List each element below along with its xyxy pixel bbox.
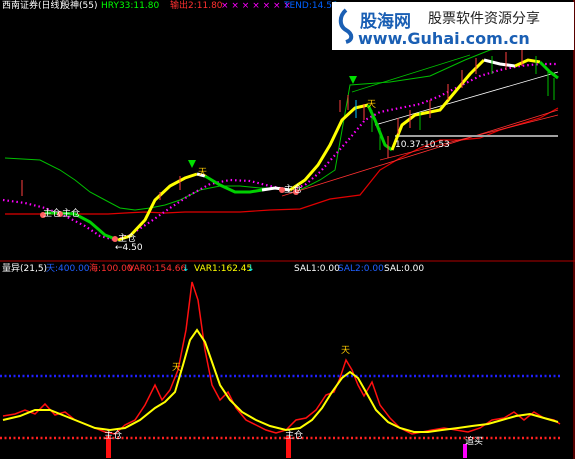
osc-chase-label: 追买: [465, 437, 484, 447]
hry-value: HRY33:11.80: [101, 1, 160, 11]
sell-value: 输出2:11.80: [170, 1, 223, 11]
var0-arrow-icon: ↓: [182, 264, 190, 274]
var1-arrow-icon: ↓: [247, 264, 255, 274]
volume-indicator-title: 量异(21,5): [2, 264, 48, 274]
chart-canvas[interactable]: [0, 0, 575, 459]
indicator-name: 股神(55): [61, 1, 98, 11]
yellow-oscillator: [2, 328, 559, 433]
buy-arrows: [188, 76, 357, 168]
star-marks: × × × × × × ×: [221, 1, 291, 11]
sea-value: 海:100.00: [89, 264, 133, 274]
chart-title: 西南证券(日线): [2, 1, 64, 11]
osc-main-label-1: 主仓: [104, 431, 123, 441]
red-oscillator: [2, 281, 561, 435]
osc-main-label-2: 主仓: [285, 431, 304, 441]
price-range-label: 10.37-10.53: [395, 140, 450, 150]
osc-sky-label-2: 天: [341, 346, 351, 356]
signal-label-sky-1: 天: [198, 168, 208, 178]
sal2-value: SAL2:0.00: [338, 264, 384, 274]
signal-label-bull-3: 主仓: [118, 234, 137, 244]
watermark-slogan: 股票软件资源分享: [428, 11, 540, 27]
brand-logo-icon: [338, 8, 354, 44]
sal1-value: SAL1:0.00: [294, 264, 340, 274]
sal-value: SAL:0.00: [384, 264, 425, 274]
green-upper-line: [351, 54, 471, 93]
sky-value: 天:400.00: [46, 264, 90, 274]
var1-value: VAR1:162.45: [194, 264, 253, 274]
signal-label-bull-2: 主仓: [62, 209, 81, 219]
tend-value: TEND:14.58: [284, 1, 338, 11]
site-watermark: 股海网 股票软件资源分享 www.Guhai.com.cn: [332, 2, 574, 50]
red-support-line: [5, 107, 559, 215]
signal-label-sky-2: 天: [367, 100, 377, 110]
signal-label-bull-1: 主仓: [43, 209, 62, 219]
osc-sky-label-1: 天: [172, 363, 182, 373]
price-line-white-3: [483, 58, 516, 68]
var0-value: VAR0:154.66: [128, 264, 187, 274]
signal-label-bull-4: 主仓: [284, 185, 303, 195]
watermark-url: www.Guhai.com.cn: [358, 29, 530, 48]
